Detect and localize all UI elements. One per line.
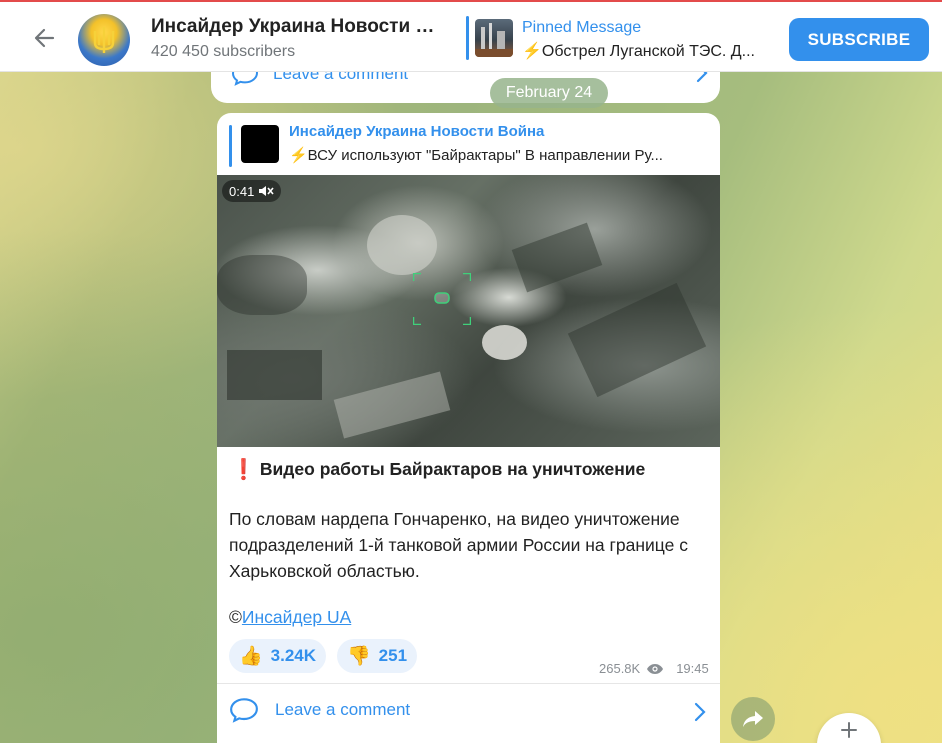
view-count: 265.8K	[599, 661, 641, 676]
eye-icon	[647, 663, 664, 674]
message-body: По словам нардепа Гончаренко, на видео у…	[229, 509, 688, 581]
video-texture	[333, 371, 451, 439]
video-texture	[227, 350, 322, 400]
video-duration-badge: 0:41	[222, 180, 282, 202]
video-texture	[367, 215, 437, 275]
leave-comment-button[interactable]: Leave a comment	[229, 697, 410, 723]
pinned-indicator	[466, 16, 469, 60]
date-separator: February 24	[490, 78, 608, 108]
reaction-thumbs-down[interactable]: 👎 251	[337, 639, 418, 673]
thumbs-down-icon: 👎	[347, 646, 371, 667]
video-duration: 0:41	[229, 183, 255, 199]
forward-thumbnail[interactable]	[241, 125, 279, 163]
video-texture	[567, 282, 707, 398]
message-signature: ©Инсайдер UA	[229, 607, 351, 628]
divider	[217, 683, 720, 684]
channel-header: Инсайдер Украина Новости В... 420 450 su…	[0, 0, 942, 72]
forward-title[interactable]: Инсайдер Украина Новости Война	[289, 123, 544, 140]
back-button[interactable]	[26, 20, 62, 56]
exclamation-icon: ❗	[231, 459, 256, 481]
target-crosshair	[413, 273, 471, 325]
video-player[interactable]: 0:41	[217, 175, 720, 447]
plus-icon	[841, 722, 857, 738]
pinned-image	[475, 23, 513, 57]
back-arrow-icon	[34, 28, 55, 48]
signature-link[interactable]: Инсайдер UA	[242, 607, 351, 627]
mute-icon[interactable]	[258, 185, 274, 197]
channel-avatar[interactable]	[78, 14, 130, 66]
share-icon	[743, 711, 763, 727]
message-title-text: Видео работы Байрактаров на уничтожение	[259, 459, 646, 479]
thumbs-up-icon: 👍	[239, 646, 263, 667]
message-title: ❗ Видео работы Байрактаров на уничтожени…	[231, 457, 645, 482]
video-texture	[217, 255, 307, 315]
pinned-thumbnail[interactable]	[475, 19, 513, 57]
copyright-symbol: ©	[229, 607, 242, 627]
subscriber-count: 420 450 subscribers	[151, 43, 296, 60]
message-time: 19:45	[676, 661, 709, 676]
message-meta: 265.8K 19:45	[599, 661, 709, 676]
forward-indicator	[229, 125, 232, 167]
comment-icon	[230, 698, 258, 723]
comment-label: Leave a comment	[275, 700, 411, 719]
reaction-thumbs-up[interactable]: 👍 3.24K	[229, 639, 327, 673]
forward-text[interactable]: ⚡ВСУ используют "Байрактары" В направлен…	[289, 146, 709, 164]
trident-icon	[93, 27, 115, 53]
pinned-text[interactable]: ⚡Обстрел Луганской ТЭС. Д...	[522, 41, 770, 61]
reaction-count: 251	[378, 646, 408, 665]
chevron-right-icon[interactable]	[693, 701, 707, 723]
video-texture	[511, 222, 603, 293]
pinned-title[interactable]: Pinned Message	[522, 19, 641, 37]
message-card: Инсайдер Украина Новости Война ⚡ВСУ испо…	[217, 113, 720, 743]
video-texture	[482, 325, 527, 360]
channel-title[interactable]: Инсайдер Украина Новости В...	[151, 16, 441, 38]
share-button[interactable]	[731, 697, 775, 741]
subscribe-button[interactable]: SUBSCRIBE	[789, 18, 929, 61]
reaction-count: 3.24K	[270, 646, 317, 665]
